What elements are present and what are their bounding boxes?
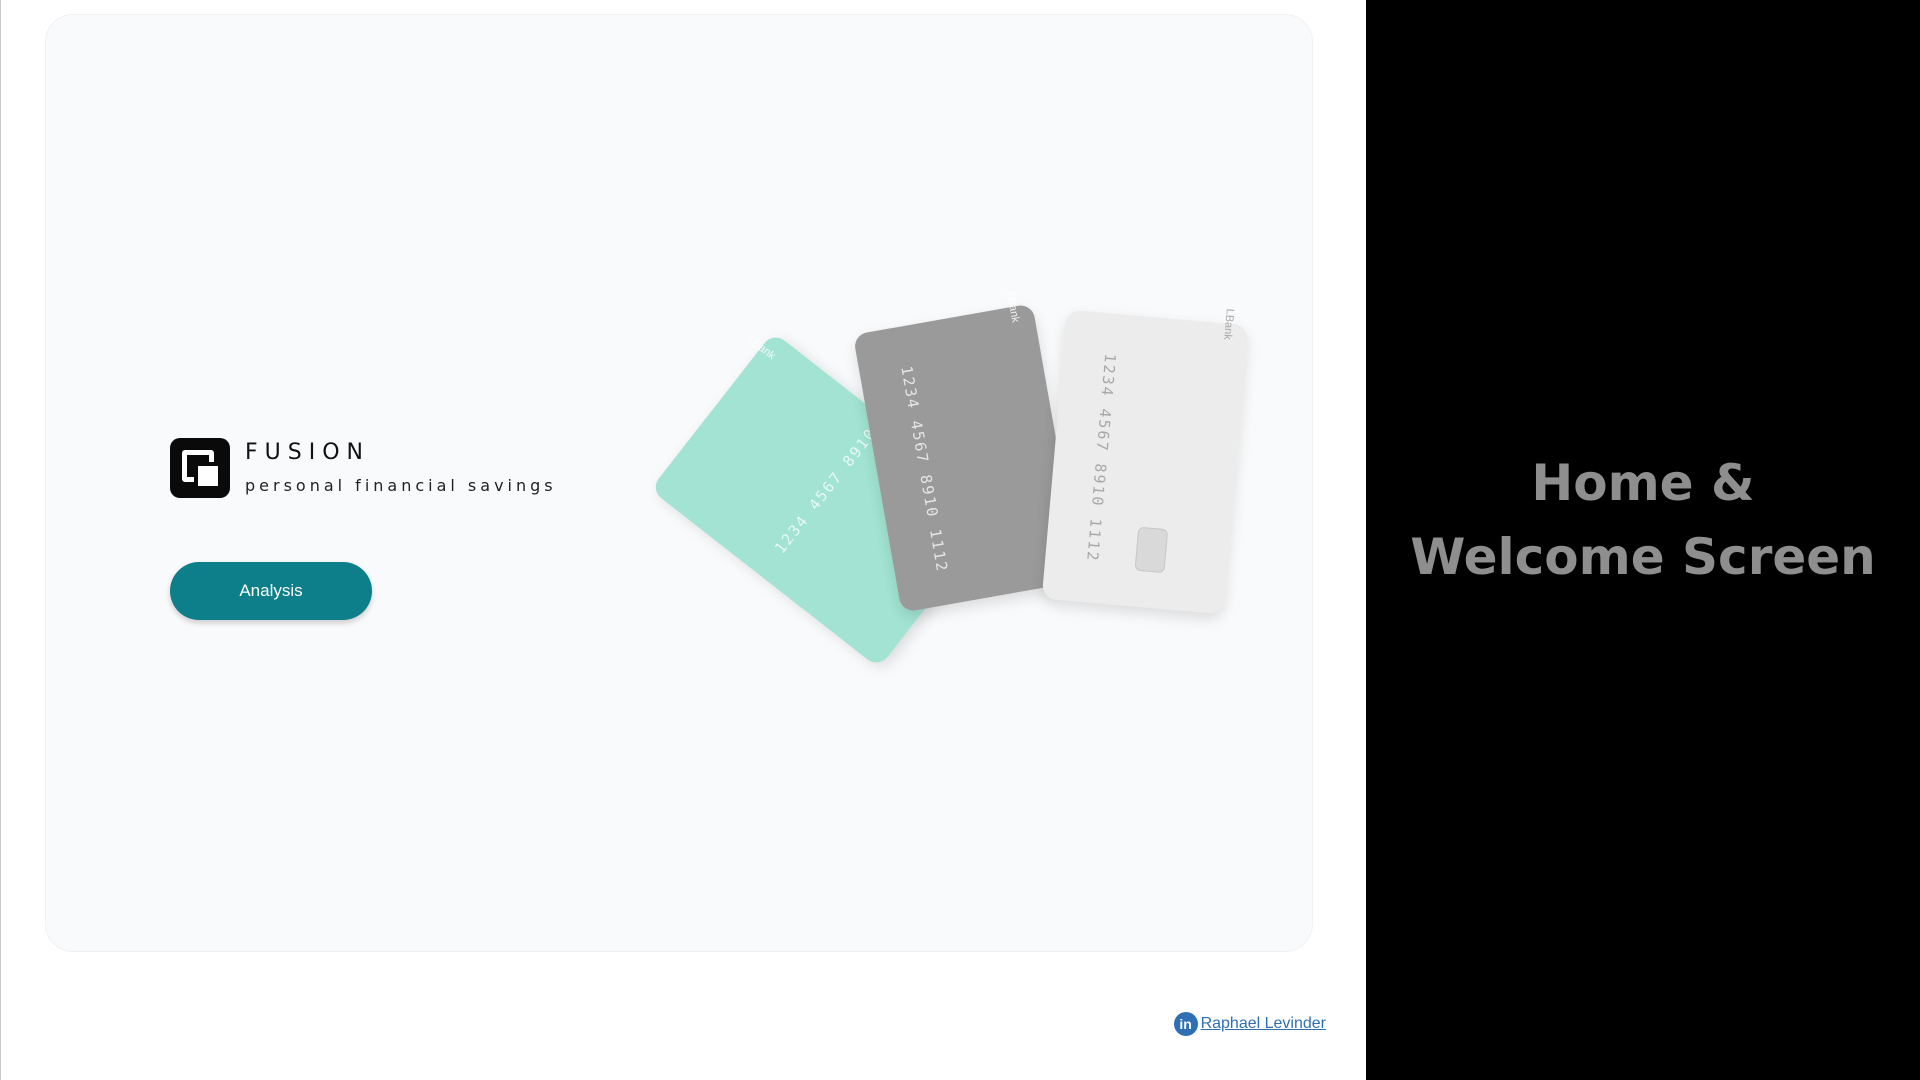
author-name: Raphael Levinder — [1200, 1015, 1326, 1032]
brand-text: FUSION personal financial savings — [245, 440, 557, 496]
author-linkedin-link[interactable]: in Raphael Levinder — [1173, 1012, 1326, 1036]
brand-header: FUSION personal financial savings — [170, 438, 557, 498]
card-bank-logo: LBank — [1003, 290, 1022, 324]
fusion-logo-icon — [170, 438, 230, 498]
app-window: FUSION personal financial savings Analys… — [0, 0, 1366, 1080]
card-bank-logo: LBank — [745, 333, 778, 363]
side-panel-title-line1: Home & — [1531, 454, 1755, 512]
card-number: 1234 4567 8910 1112 — [1083, 352, 1120, 564]
white-credit-card: 1234 4567 8910 1112 LBank — [1041, 308, 1249, 615]
side-panel-title-line2: Welcome Screen — [1410, 528, 1876, 586]
welcome-canvas: FUSION personal financial savings Analys… — [45, 14, 1313, 952]
card-bank-logo: LBank — [1220, 308, 1236, 341]
credit-cards-illustration: 1234 4567 8910 1112 LBank 1234 4567 8910… — [650, 291, 1266, 715]
linkedin-icon: in — [1173, 1012, 1198, 1036]
brand-tagline: personal financial savings — [245, 476, 557, 495]
brand-name: FUSION — [245, 440, 370, 465]
analysis-button[interactable]: Analysis — [170, 562, 372, 620]
card-number: 1234 4567 8910 1112 — [897, 364, 952, 575]
side-title-panel: Home & Welcome Screen — [1366, 0, 1920, 1080]
card-chip-icon — [1134, 526, 1169, 574]
side-panel-title: Home & Welcome Screen — [1410, 446, 1876, 594]
